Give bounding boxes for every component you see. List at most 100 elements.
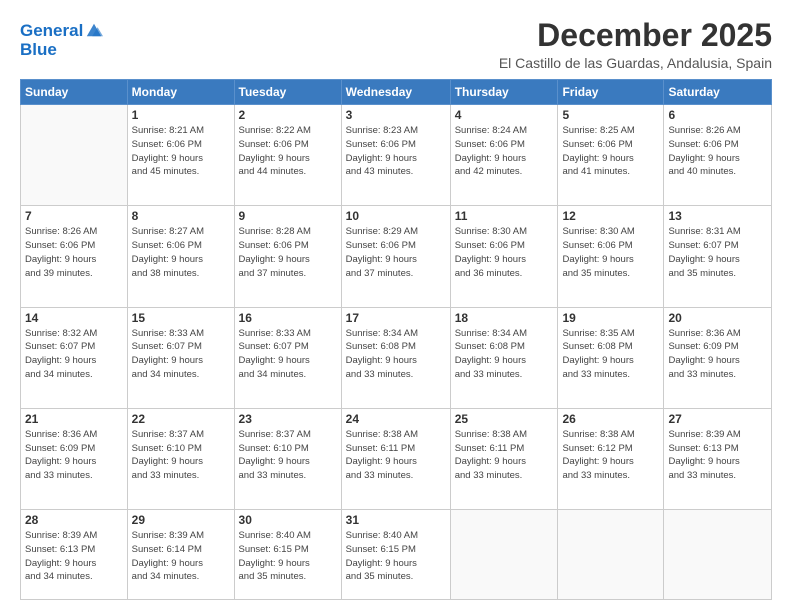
calendar-week-5: 28 Sunrise: 8:39 AM Sunset: 6:13 PM Dayli…: [21, 510, 772, 600]
calendar-week-1: 1 Sunrise: 8:21 AM Sunset: 6:06 PM Daylig…: [21, 105, 772, 206]
day-info: Sunrise: 8:38 AM Sunset: 6:11 PM Dayligh…: [346, 428, 446, 483]
day-number: 8: [132, 209, 230, 223]
day-number: 22: [132, 412, 230, 426]
day-info: Sunrise: 8:30 AM Sunset: 6:06 PM Dayligh…: [455, 225, 554, 280]
calendar-day: 29Sunrise: 8:39 AM Sunset: 6:14 PM Dayli…: [127, 510, 234, 600]
weekday-header-thursday: Thursday: [450, 80, 558, 105]
day-info: Sunrise: 8:39 AM Sunset: 6:14 PM Dayligh…: [132, 529, 230, 584]
calendar-week-4: 21Sunrise: 8:36 AM Sunset: 6:09 PM Dayli…: [21, 408, 772, 509]
day-number: 4: [455, 108, 554, 122]
day-info: Sunrise: 8:35 AM Sunset: 6:08 PM Dayligh…: [562, 327, 659, 382]
day-info: Sunrise: 8:29 AM Sunset: 6:06 PM Dayligh…: [346, 225, 446, 280]
day-number: 19: [562, 311, 659, 325]
day-info: Sunrise: 8:27 AM Sunset: 6:06 PM Dayligh…: [132, 225, 230, 280]
calendar-day: 3 Sunrise: 8:23 AM Sunset: 6:06 PM Daylig…: [341, 105, 450, 206]
calendar-day: 31Sunrise: 8:40 AM Sunset: 6:15 PM Dayli…: [341, 510, 450, 600]
day-number: 6: [668, 108, 767, 122]
calendar-day: 6Sunrise: 8:26 AM Sunset: 6:06 PM Daylig…: [664, 105, 772, 206]
calendar-day: 16 Sunrise: 8:33 AM Sunset: 6:07 PM Dayli…: [234, 307, 341, 408]
calendar-day: 28 Sunrise: 8:39 AM Sunset: 6:13 PM Dayli…: [21, 510, 128, 600]
calendar-day: [21, 105, 128, 206]
day-info: Sunrise: 8:31 AM Sunset: 6:07 PM Dayligh…: [668, 225, 767, 280]
calendar-day: 25 Sunrise: 8:38 AM Sunset: 6:11 PM Dayli…: [450, 408, 558, 509]
logo-text: General: [20, 22, 83, 41]
calendar-day: 24 Sunrise: 8:38 AM Sunset: 6:11 PM Dayli…: [341, 408, 450, 509]
day-number: 27: [668, 412, 767, 426]
calendar-day: 2Sunrise: 8:22 AM Sunset: 6:06 PM Daylig…: [234, 105, 341, 206]
day-number: 10: [346, 209, 446, 223]
day-info: Sunrise: 8:40 AM Sunset: 6:15 PM Dayligh…: [239, 529, 337, 584]
calendar-day: 4Sunrise: 8:24 AM Sunset: 6:06 PM Daylig…: [450, 105, 558, 206]
calendar-day: 12 Sunrise: 8:30 AM Sunset: 6:06 PM Dayli…: [558, 206, 664, 307]
calendar-week-2: 7Sunrise: 8:26 AM Sunset: 6:06 PM Daylig…: [21, 206, 772, 307]
day-number: 11: [455, 209, 554, 223]
day-info: Sunrise: 8:33 AM Sunset: 6:07 PM Dayligh…: [132, 327, 230, 382]
calendar-day: [558, 510, 664, 600]
calendar-day: 5Sunrise: 8:25 AM Sunset: 6:06 PM Daylig…: [558, 105, 664, 206]
day-info: Sunrise: 8:28 AM Sunset: 6:06 PM Dayligh…: [239, 225, 337, 280]
day-info: Sunrise: 8:25 AM Sunset: 6:06 PM Dayligh…: [562, 124, 659, 179]
day-number: 9: [239, 209, 337, 223]
day-number: 24: [346, 412, 446, 426]
calendar-day: 15 Sunrise: 8:33 AM Sunset: 6:07 PM Dayli…: [127, 307, 234, 408]
day-number: 3: [346, 108, 446, 122]
day-number: 20: [668, 311, 767, 325]
calendar-day: 10 Sunrise: 8:29 AM Sunset: 6:06 PM Dayli…: [341, 206, 450, 307]
calendar-day: 27 Sunrise: 8:39 AM Sunset: 6:13 PM Dayli…: [664, 408, 772, 509]
day-number: 23: [239, 412, 337, 426]
day-number: 15: [132, 311, 230, 325]
weekday-header-sunday: Sunday: [21, 80, 128, 105]
month-title: December 2025: [499, 18, 772, 53]
day-number: 14: [25, 311, 123, 325]
day-info: Sunrise: 8:38 AM Sunset: 6:12 PM Dayligh…: [562, 428, 659, 483]
day-number: 28: [25, 513, 123, 527]
day-info: Sunrise: 8:32 AM Sunset: 6:07 PM Dayligh…: [25, 327, 123, 382]
location-title: El Castillo de las Guardas, Andalusia, S…: [499, 55, 772, 71]
calendar-day: 21Sunrise: 8:36 AM Sunset: 6:09 PM Dayli…: [21, 408, 128, 509]
weekday-header-saturday: Saturday: [664, 80, 772, 105]
calendar-day: 26 Sunrise: 8:38 AM Sunset: 6:12 PM Dayli…: [558, 408, 664, 509]
day-number: 30: [239, 513, 337, 527]
calendar-day: 11 Sunrise: 8:30 AM Sunset: 6:06 PM Dayli…: [450, 206, 558, 307]
day-number: 25: [455, 412, 554, 426]
day-info: Sunrise: 8:33 AM Sunset: 6:07 PM Dayligh…: [239, 327, 337, 382]
logo-text2: Blue: [20, 41, 103, 60]
calendar-day: 14 Sunrise: 8:32 AM Sunset: 6:07 PM Dayli…: [21, 307, 128, 408]
calendar-day: 7Sunrise: 8:26 AM Sunset: 6:06 PM Daylig…: [21, 206, 128, 307]
day-info: Sunrise: 8:30 AM Sunset: 6:06 PM Dayligh…: [562, 225, 659, 280]
day-info: Sunrise: 8:39 AM Sunset: 6:13 PM Dayligh…: [25, 529, 123, 584]
weekday-header-row: SundayMondayTuesdayWednesdayThursdayFrid…: [21, 80, 772, 105]
day-number: 12: [562, 209, 659, 223]
day-info: Sunrise: 8:34 AM Sunset: 6:08 PM Dayligh…: [346, 327, 446, 382]
calendar-day: 30 Sunrise: 8:40 AM Sunset: 6:15 PM Dayli…: [234, 510, 341, 600]
day-info: Sunrise: 8:37 AM Sunset: 6:10 PM Dayligh…: [132, 428, 230, 483]
logo: General Blue: [20, 22, 103, 59]
calendar: SundayMondayTuesdayWednesdayThursdayFrid…: [20, 79, 772, 600]
calendar-day: 17 Sunrise: 8:34 AM Sunset: 6:08 PM Dayli…: [341, 307, 450, 408]
day-number: 17: [346, 311, 446, 325]
day-number: 1: [132, 108, 230, 122]
calendar-day: 23 Sunrise: 8:37 AM Sunset: 6:10 PM Dayli…: [234, 408, 341, 509]
day-info: Sunrise: 8:21 AM Sunset: 6:06 PM Dayligh…: [132, 124, 230, 179]
calendar-day: [450, 510, 558, 600]
weekday-header-wednesday: Wednesday: [341, 80, 450, 105]
title-block: December 2025 El Castillo de las Guardas…: [499, 18, 772, 71]
calendar-day: 18Sunrise: 8:34 AM Sunset: 6:08 PM Dayli…: [450, 307, 558, 408]
day-number: 16: [239, 311, 337, 325]
page: General Blue December 2025 El Castillo d…: [0, 0, 792, 612]
day-info: Sunrise: 8:23 AM Sunset: 6:06 PM Dayligh…: [346, 124, 446, 179]
day-info: Sunrise: 8:39 AM Sunset: 6:13 PM Dayligh…: [668, 428, 767, 483]
day-number: 18: [455, 311, 554, 325]
weekday-header-tuesday: Tuesday: [234, 80, 341, 105]
day-info: Sunrise: 8:36 AM Sunset: 6:09 PM Dayligh…: [25, 428, 123, 483]
calendar-day: 20 Sunrise: 8:36 AM Sunset: 6:09 PM Dayli…: [664, 307, 772, 408]
day-number: 7: [25, 209, 123, 223]
calendar-day: 8 Sunrise: 8:27 AM Sunset: 6:06 PM Daylig…: [127, 206, 234, 307]
day-number: 26: [562, 412, 659, 426]
day-info: Sunrise: 8:36 AM Sunset: 6:09 PM Dayligh…: [668, 327, 767, 382]
day-number: 2: [239, 108, 337, 122]
day-info: Sunrise: 8:37 AM Sunset: 6:10 PM Dayligh…: [239, 428, 337, 483]
day-number: 31: [346, 513, 446, 527]
calendar-day: 19 Sunrise: 8:35 AM Sunset: 6:08 PM Dayli…: [558, 307, 664, 408]
day-info: Sunrise: 8:38 AM Sunset: 6:11 PM Dayligh…: [455, 428, 554, 483]
